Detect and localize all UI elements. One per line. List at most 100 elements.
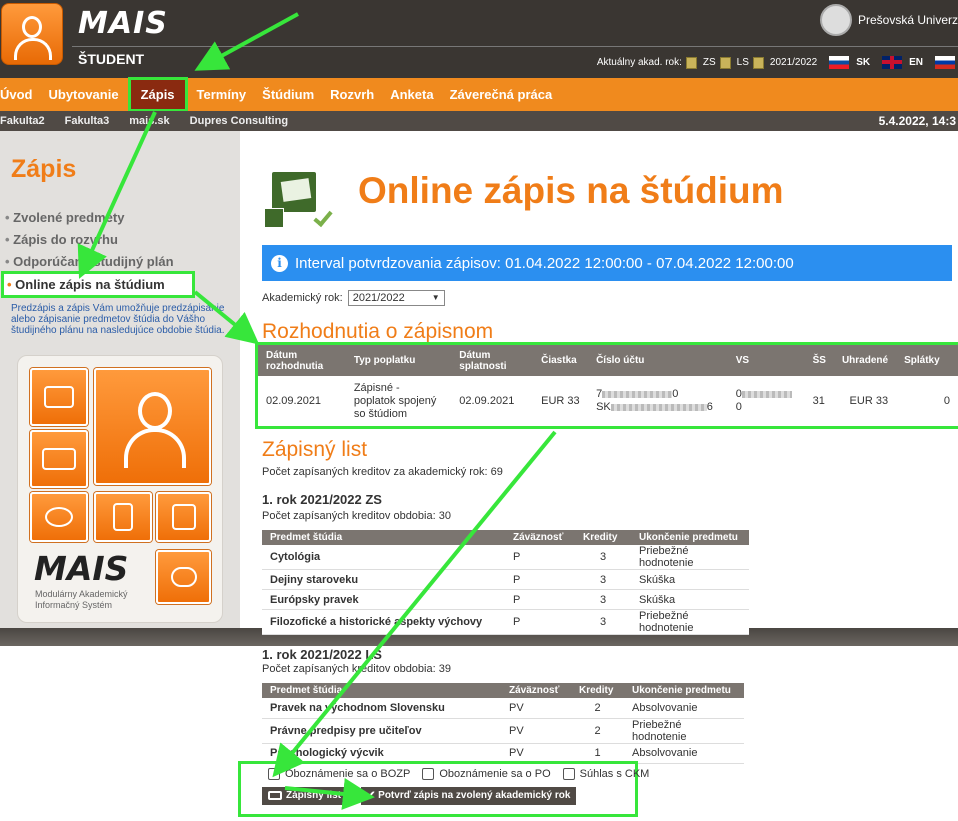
semester-zs-link[interactable]: ZS bbox=[703, 57, 716, 68]
decision-ss: 31 bbox=[804, 376, 834, 426]
term-zs-credits: Počet zapísaných kreditov obdobia: 30 bbox=[262, 510, 451, 522]
decision-installments: 0 bbox=[896, 376, 958, 426]
decision-due: 02.09.2021 bbox=[451, 376, 534, 426]
app-name: MAIS bbox=[78, 6, 168, 41]
sidebar-item-online-zapis[interactable]: • Online zápis na štúdium bbox=[1, 271, 195, 298]
menu-item-rozvrh[interactable]: Rozvrh bbox=[322, 78, 382, 111]
info-banner: i Interval potvrdzovania zápisov: 01.04.… bbox=[262, 245, 952, 281]
profile-tile-icon[interactable] bbox=[156, 492, 211, 542]
term-zs-table: Predmet štúdia Záväznosť Kredity Ukončen… bbox=[262, 530, 749, 635]
mais-logo-subtitle: Modulárny Akademický Informačný Systém bbox=[35, 589, 128, 610]
submenu-dupres[interactable]: Dupres Consulting bbox=[190, 115, 288, 127]
lang-en-link[interactable]: EN bbox=[909, 57, 923, 68]
menu-item-anketa[interactable]: Anketa bbox=[382, 78, 441, 111]
book-tile-icon[interactable] bbox=[30, 430, 88, 488]
col-account: Číslo účtu bbox=[588, 345, 728, 376]
term-ls-credits: Počet zapísaných kreditov obdobia: 39 bbox=[262, 663, 451, 675]
decisions-table: Dátum rozhodnutia Typ poplatku Dátum spl… bbox=[255, 342, 958, 429]
semester-zs-icon bbox=[685, 56, 697, 69]
university-brand: Prešovská Univerz bbox=[819, 4, 958, 36]
table-row: Filozofické a historické aspekty výchovy… bbox=[262, 609, 749, 635]
table-row: Psychologický výcvik PV 1 Absolvovanie bbox=[262, 743, 744, 764]
mais-logo-icon[interactable] bbox=[1, 3, 63, 65]
term-ls-header: Predmet štúdia Záväznosť Kredity Ukončen… bbox=[262, 683, 744, 698]
academic-year-label: Aktuálny akad. rok: bbox=[596, 57, 682, 68]
menu-item-ubytovanie[interactable]: Ubytovanie bbox=[41, 78, 127, 111]
sidebar-item-zvolene-predmety[interactable]: • Zvolené predmety bbox=[5, 210, 124, 225]
flag-sk-icon[interactable] bbox=[829, 56, 850, 69]
mais-logo: MAIS bbox=[34, 549, 129, 588]
ckm-label: Súhlas s CKM bbox=[579, 768, 650, 780]
col-amount: Čiastka bbox=[533, 345, 589, 376]
submenu-mais[interactable]: mais.sk bbox=[129, 115, 169, 127]
sidebar-item-zapis-do-rozvrhu[interactable]: • Zápis do rozvrhu bbox=[5, 232, 118, 247]
decisions-title: Rozhodnutia o zápisnom bbox=[262, 320, 494, 343]
col-subject: Predmet štúdia bbox=[262, 530, 505, 545]
group-tile-icon[interactable] bbox=[30, 368, 88, 426]
confirm-enrollment-button[interactable]: ✔ Potvrď zápis na zvolený akademický rok bbox=[361, 787, 577, 805]
term-zs-title: 1. rok 2021/2022 ZS bbox=[262, 492, 382, 507]
current-datetime: 5.4.2022, 14:3 bbox=[878, 114, 956, 128]
document-tile-icon[interactable] bbox=[94, 492, 152, 542]
module-tile-panel: MAIS Modulárny Akademický Informačný Sys… bbox=[17, 355, 223, 623]
menu-item-zaverecna-praca[interactable]: Záverečná práca bbox=[442, 78, 561, 111]
table-row: Dejiny staroveku P 3 Skúška bbox=[262, 569, 749, 590]
col-vs: VS bbox=[727, 345, 805, 376]
flag-en-icon[interactable] bbox=[882, 56, 903, 69]
col-credits: Kredity bbox=[571, 683, 624, 698]
col-obligation: Záväznosť bbox=[501, 683, 571, 698]
confirmation-checkboxes: Oboznámenie sa o BOZP Oboznámenie sa o P… bbox=[268, 768, 661, 780]
table-row: Cytológia P 3 Priebežné hodnotenie bbox=[262, 545, 749, 570]
student-tile-icon[interactable] bbox=[94, 368, 211, 485]
sidebar-item-odporucany-plan[interactable]: • Odporúčaný študijný plán bbox=[5, 254, 174, 269]
bozp-checkbox[interactable] bbox=[268, 768, 280, 780]
col-installments: Splátky bbox=[896, 345, 958, 376]
university-name: Prešovská Univerz bbox=[857, 13, 958, 27]
semester-ls-icon bbox=[719, 56, 731, 69]
submenu-fakulta3[interactable]: Fakulta3 bbox=[65, 115, 110, 127]
sidebar-title: Zápis bbox=[11, 155, 77, 183]
decision-paid: EUR 33 bbox=[833, 376, 897, 426]
app-header: MAIS ŠTUDENT Prešovská Univerz Aktuálny … bbox=[0, 0, 958, 78]
flag-ru-icon[interactable] bbox=[935, 56, 955, 69]
lang-sk-link[interactable]: SK bbox=[856, 57, 870, 68]
decision-row: 02.09.2021 Zápisné - poplatok spojený so… bbox=[258, 376, 958, 426]
decision-type: Zápisné - poplatok spojený so štúdiom bbox=[345, 376, 452, 426]
submenu-fakulta2[interactable]: Fakulta2 bbox=[0, 115, 45, 127]
col-obligation: Záväznosť bbox=[505, 530, 575, 545]
sidebar: Zápis • Zvolené predmety • Zápis do rozv… bbox=[0, 131, 240, 628]
table-row: Právne predpisy pre učiteľov PV 2 Priebe… bbox=[262, 718, 744, 744]
col-ss: ŠS bbox=[804, 345, 834, 376]
academic-year-select[interactable]: 2021/2022 bbox=[347, 290, 445, 306]
menu-item-zapis[interactable]: Zápis bbox=[127, 77, 188, 112]
col-due: Dátum splatnosti bbox=[451, 345, 534, 376]
sidebar-description: Predzápis a zápis Vám umožňuje predzápis… bbox=[11, 303, 225, 336]
menu-item-uvod[interactable]: Úvod bbox=[0, 78, 41, 111]
year-link[interactable]: 2021/2022 bbox=[770, 57, 817, 68]
academic-year-bar: Aktuálny akad. rok: ZS LS 2021/2022 SK E… bbox=[597, 56, 958, 69]
settings-tile-icon[interactable] bbox=[30, 492, 88, 542]
decision-amount: EUR 33 bbox=[533, 376, 589, 426]
page-title: Online zápis na štúdium bbox=[358, 170, 784, 211]
col-subject: Predmet štúdia bbox=[262, 683, 501, 698]
info-icon: i bbox=[271, 254, 288, 272]
menu-item-terminy[interactable]: Termíny bbox=[189, 78, 255, 111]
term-zs-header: Predmet štúdia Záväznosť Kredity Ukončen… bbox=[262, 530, 749, 545]
col-completion: Ukončenie predmetu bbox=[624, 683, 744, 698]
header-divider bbox=[72, 46, 958, 47]
po-label: Oboznámenie sa o PO bbox=[439, 768, 551, 780]
term-ls-title: 1. rok 2021/2022 LS bbox=[262, 647, 382, 662]
col-completion: Ukončenie predmetu bbox=[631, 530, 749, 545]
info-text: Interval potvrdzovania zápisov: 01.04.20… bbox=[295, 254, 794, 272]
menu-item-studium[interactable]: Štúdium bbox=[254, 78, 322, 111]
enrollment-list-button[interactable]: Zápisný list bbox=[262, 787, 348, 805]
col-type: Typ poplatku bbox=[345, 345, 452, 376]
semester-ls-link[interactable]: LS bbox=[737, 57, 749, 68]
decision-vs: 00 bbox=[727, 376, 805, 426]
ckm-checkbox[interactable] bbox=[562, 768, 575, 780]
col-paid: Uhradené bbox=[833, 345, 897, 376]
main-menu: Úvod Ubytovanie Zápis Termíny Štúdium Ro… bbox=[0, 77, 958, 112]
decision-date: 02.09.2021 bbox=[258, 376, 346, 426]
total-credits: Počet zapísaných kreditov za akademický … bbox=[262, 466, 503, 478]
po-checkbox[interactable] bbox=[422, 768, 435, 780]
